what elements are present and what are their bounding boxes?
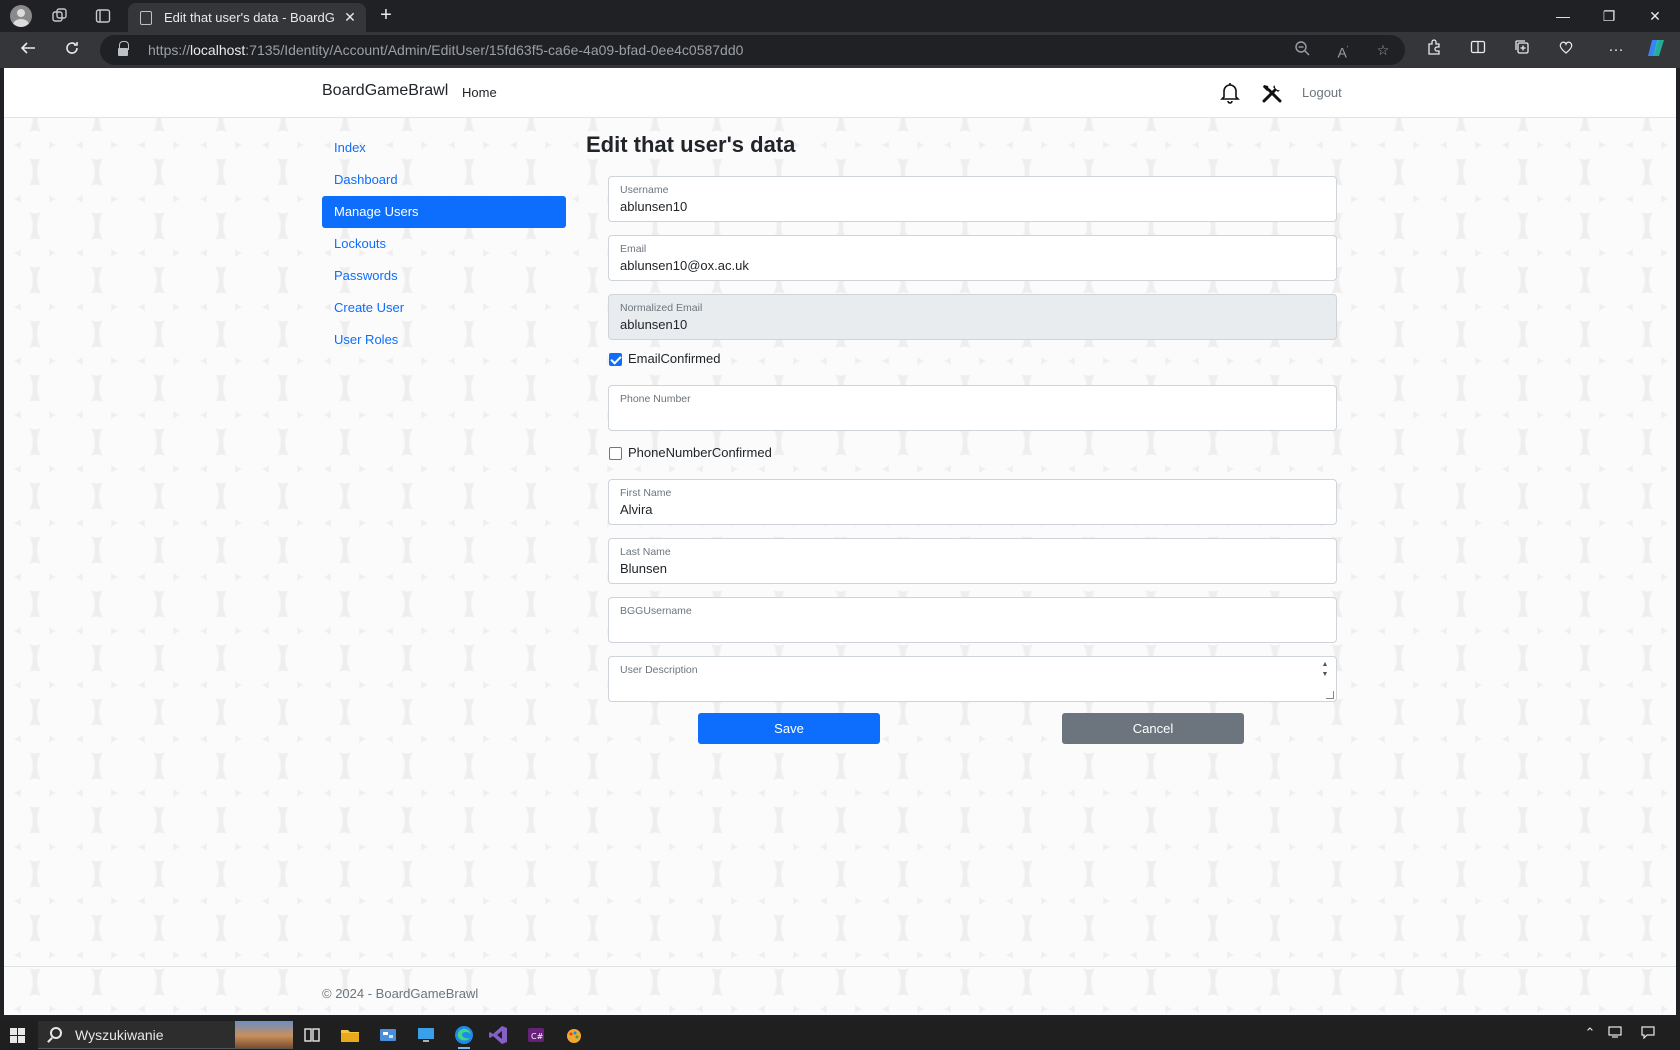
footer-copyright: © 2024 - BoardGameBrawl	[322, 986, 479, 1001]
svg-text:C#: C#	[531, 1032, 544, 1041]
remote-desktop-icon[interactable]	[414, 1023, 438, 1047]
extensions-icon[interactable]	[1422, 39, 1446, 61]
window-restore-icon[interactable]: ❐	[1586, 0, 1632, 32]
back-icon[interactable]	[14, 38, 42, 62]
file-explorer-icon[interactable]	[338, 1023, 362, 1047]
profile-avatar-icon[interactable]	[10, 5, 32, 27]
tab-actions-icon[interactable]	[91, 4, 115, 28]
phone-confirmed-label[interactable]: PhoneNumberConfirmed	[628, 445, 772, 460]
taskbar-search-placeholder: Wyszukiwanie	[75, 1027, 164, 1043]
read-aloud-icon[interactable]: Aʼ	[1332, 40, 1354, 61]
site-brand-link[interactable]: BoardGameBrawl	[322, 82, 448, 100]
copilot-icon[interactable]	[1644, 39, 1668, 61]
bgg-username-field[interactable]: BGGUsername	[608, 597, 1337, 643]
cancel-button[interactable]: Cancel	[1062, 713, 1244, 744]
browser-essentials-icon[interactable]	[1554, 39, 1578, 61]
last-name-field[interactable]: Last Name Blunsen	[608, 538, 1337, 584]
username-value: ablunsen10	[620, 199, 688, 214]
page-favicon-icon	[140, 11, 152, 25]
user-description-textarea[interactable]: User Description ▲ ▼	[608, 656, 1337, 702]
favorite-star-icon[interactable]: ☆	[1372, 40, 1394, 60]
admin-sidebar: Index Dashboard Manage Users Lockouts Pa…	[322, 132, 566, 356]
browser-tab-bar: Edit that user's data - BoardGam ✕ + — ❐…	[0, 0, 1680, 32]
new-tab-icon[interactable]: +	[374, 4, 398, 28]
last-name-value: Blunsen	[620, 561, 667, 576]
email-value: ablunsen10@ox.ac.uk	[620, 258, 749, 273]
sidebar-item-create-user[interactable]: Create User	[322, 292, 566, 324]
normalized-email-field: Normalized Email ablunsen10	[608, 294, 1337, 340]
url-field[interactable]: https://localhost:7135/Identity/Account/…	[100, 35, 1405, 65]
sidebar-item-lockouts[interactable]: Lockouts	[322, 228, 566, 260]
username-field[interactable]: Username ablunsen10	[608, 176, 1337, 222]
sidebar-item-manage-users[interactable]: Manage Users	[322, 196, 566, 228]
task-view-icon[interactable]	[300, 1023, 324, 1047]
search-highlight-image	[235, 1021, 293, 1048]
bgg-username-label: BGGUsername	[620, 605, 692, 617]
textarea-scroll-arrows-icon[interactable]: ▲ ▼	[1320, 660, 1330, 680]
logout-link[interactable]: Logout	[1302, 85, 1342, 100]
first-name-field[interactable]: First Name Alvira	[608, 479, 1337, 525]
sidebar-item-index[interactable]: Index	[322, 132, 566, 164]
edge-active-indicator	[458, 1047, 470, 1049]
browser-address-bar: https://localhost:7135/Identity/Account/…	[0, 32, 1680, 68]
taskbar-search-box[interactable]: Wyszukiwanie	[38, 1021, 293, 1049]
refresh-icon[interactable]	[58, 38, 86, 62]
edit-user-form: Username ablunsen10 Email ablunsen10@ox.…	[608, 176, 1337, 715]
collections-icon[interactable]	[1510, 39, 1534, 61]
zoom-out-icon[interactable]	[1291, 40, 1313, 60]
edge-browser-icon[interactable]	[452, 1023, 476, 1049]
control-panel-icon[interactable]	[376, 1023, 400, 1047]
phone-number-label: Phone Number	[620, 393, 691, 405]
phone-number-field[interactable]: Phone Number	[608, 385, 1337, 431]
email-field[interactable]: Email ablunsen10@ox.ac.uk	[608, 235, 1337, 281]
lock-icon[interactable]	[118, 41, 129, 58]
first-name-label: First Name	[620, 487, 672, 499]
footer-divider	[4, 966, 1676, 967]
page-viewport: BoardGameBrawl Home Logout Index Dashboa…	[4, 68, 1676, 1015]
email-confirmed-row: EmailConfirmed	[608, 350, 1337, 379]
tray-notifications-icon[interactable]	[1638, 1025, 1658, 1042]
admin-tools-icon[interactable]	[1261, 82, 1283, 104]
sidebar-item-dashboard[interactable]: Dashboard	[322, 164, 566, 196]
page-title: Edit that user's data	[586, 132, 796, 157]
sidebar-item-passwords[interactable]: Passwords	[322, 260, 566, 292]
workspaces-icon[interactable]	[48, 4, 72, 28]
windows-start-icon[interactable]	[10, 1028, 25, 1043]
email-confirmed-label[interactable]: EmailConfirmed	[628, 351, 720, 366]
tab-close-icon[interactable]: ✕	[340, 7, 360, 27]
visual-studio-icon[interactable]	[486, 1023, 510, 1047]
csharp-app-icon[interactable]: C#	[524, 1023, 548, 1047]
window-minimize-icon[interactable]: —	[1540, 0, 1586, 32]
phone-confirmed-row: PhoneNumberConfirmed	[608, 444, 1337, 473]
email-label: Email	[620, 243, 647, 255]
tab-title: Edit that user's data - BoardGam	[164, 10, 334, 25]
user-description-label: User Description	[620, 664, 698, 676]
sidebar-item-user-roles[interactable]: User Roles	[322, 324, 566, 356]
browser-tab-active[interactable]: Edit that user's data - BoardGam ✕	[128, 3, 366, 32]
windows-taskbar: Wyszukiwanie C# ⌃	[0, 1020, 1680, 1050]
more-menu-icon[interactable]: ···	[1604, 39, 1628, 61]
tray-overflow-chevron-icon[interactable]: ⌃	[1580, 1025, 1600, 1041]
normalized-email-value: ablunsen10	[620, 317, 688, 332]
last-name-label: Last Name	[620, 546, 671, 558]
search-icon	[50, 1027, 62, 1039]
paint-app-icon[interactable]	[562, 1023, 586, 1047]
notification-bell-icon[interactable]	[1220, 82, 1240, 104]
nav-home-link[interactable]: Home	[462, 85, 497, 100]
resize-grip-icon[interactable]	[1326, 691, 1334, 699]
url-text: https://localhost:7135/Identity/Account/…	[148, 42, 744, 58]
tray-network-icon[interactable]	[1606, 1025, 1626, 1042]
split-screen-icon[interactable]	[1466, 39, 1490, 61]
first-name-value: Alvira	[620, 502, 653, 517]
phone-confirmed-checkbox[interactable]	[609, 447, 622, 460]
username-label: Username	[620, 184, 669, 196]
normalized-email-label: Normalized Email	[620, 302, 703, 314]
site-navbar: BoardGameBrawl Home Logout	[4, 68, 1676, 118]
email-confirmed-checkbox[interactable]	[609, 353, 622, 366]
save-button[interactable]: Save	[698, 713, 880, 744]
window-close-icon[interactable]: ✕	[1632, 0, 1678, 32]
